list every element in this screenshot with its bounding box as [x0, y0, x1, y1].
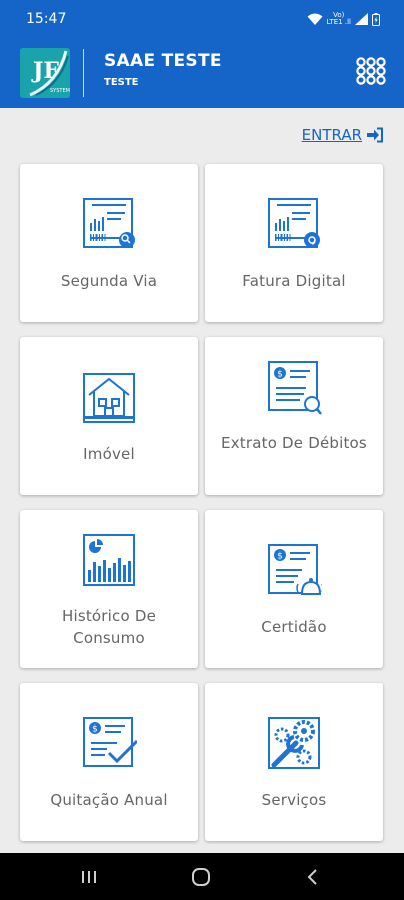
- app-header: JF SYSTEM SAAE TESTE TESTE: [0, 40, 404, 108]
- bill-search-icon: [83, 198, 135, 248]
- svg-text:SYSTEM: SYSTEM: [50, 88, 70, 94]
- apps-grid-icon: [356, 57, 386, 85]
- login-label: ENTRAR: [301, 126, 362, 144]
- status-time: 15:47: [26, 11, 67, 27]
- tile-quitacao-anual[interactable]: $ Quitação Anual: [20, 683, 198, 841]
- tile-label: Imóvel: [83, 445, 135, 463]
- apps-menu-button[interactable]: [354, 56, 388, 90]
- login-link[interactable]: ENTRAR: [302, 126, 384, 144]
- header-divider: [83, 49, 84, 97]
- back-button[interactable]: [302, 866, 324, 888]
- tile-certidao[interactable]: $ Certidão: [205, 510, 383, 668]
- svg-text:$: $: [92, 725, 98, 735]
- tile-fatura-digital[interactable]: Fatura Digital: [205, 164, 383, 322]
- consumption-chart-icon: [83, 534, 135, 586]
- system-nav-bar: [0, 853, 404, 900]
- tile-label: Extrato De Débitos: [221, 434, 367, 452]
- back-icon: [307, 869, 317, 885]
- tile-extrato-debitos[interactable]: $ Extrato De Débitos: [205, 337, 383, 495]
- tile-label: Quitação Anual: [50, 791, 168, 809]
- debt-statement-icon: $: [268, 361, 322, 415]
- recent-apps-button[interactable]: [78, 866, 100, 888]
- main-content: ENTRAR Segunda Via Fatura Digital Imóvel…: [0, 108, 404, 853]
- tile-label: Serviços: [261, 791, 327, 809]
- services-tools-icon: [268, 717, 320, 769]
- home-button[interactable]: [190, 866, 212, 888]
- battery-icon: [372, 12, 380, 26]
- company-logo: JF SYSTEM: [20, 48, 70, 98]
- tile-label: Histórico De Consumo: [61, 607, 157, 647]
- status-bar: 15:47 Vo) LTE1 .ll: [0, 0, 404, 40]
- bill-email-icon: [268, 198, 320, 248]
- svg-text:JF: JF: [31, 58, 59, 84]
- logo-mark-icon: JF SYSTEM: [20, 48, 70, 98]
- recent-apps-icon: [82, 871, 96, 883]
- tile-label: Segunda Via: [60, 272, 158, 290]
- certificate-icon: $: [268, 544, 322, 595]
- system-icons: Vo) LTE1 .ll: [307, 12, 380, 26]
- tile-servicos[interactable]: Serviços: [205, 683, 383, 841]
- annual-discharge-icon: $: [83, 717, 137, 767]
- app-subtitle: TESTE: [104, 77, 139, 88]
- tile-imovel[interactable]: Imóvel: [20, 337, 198, 495]
- tile-label: Certidão: [261, 618, 327, 636]
- tile-historico-consumo[interactable]: Histórico De Consumo: [20, 510, 198, 668]
- wifi-icon: [307, 13, 323, 25]
- house-icon: [83, 373, 135, 423]
- signal-icon: [355, 13, 368, 25]
- app-title: SAAE TESTE: [104, 51, 222, 71]
- network-type-label: Vo) LTE1 .ll: [326, 11, 351, 26]
- tile-segunda-via[interactable]: Segunda Via: [20, 164, 198, 322]
- home-icon: [192, 868, 210, 886]
- tile-label: Fatura Digital: [242, 272, 346, 290]
- sign-in-icon: [367, 127, 383, 143]
- svg-text:$: $: [277, 370, 283, 380]
- svg-text:$: $: [277, 552, 283, 562]
